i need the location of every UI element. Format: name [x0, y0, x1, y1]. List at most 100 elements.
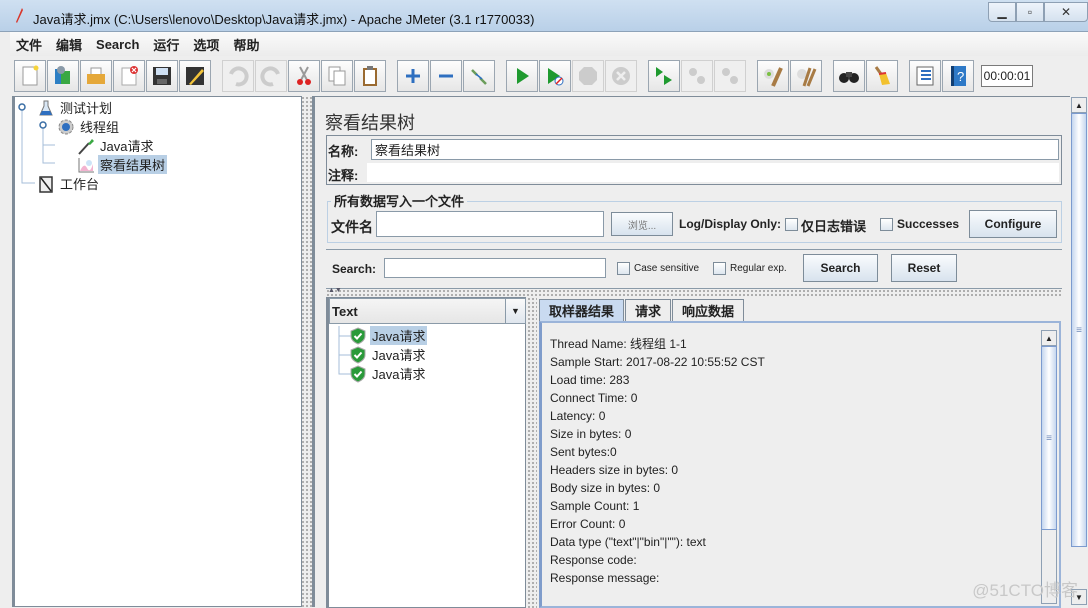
- detail-load-time: Load time: 283: [550, 373, 630, 387]
- reset-button[interactable]: Reset: [891, 254, 957, 282]
- reset-search-button-toolbar[interactable]: [866, 60, 898, 92]
- scroll-up-icon[interactable]: ▲: [1071, 97, 1087, 113]
- redo-button[interactable]: [255, 60, 287, 92]
- undo-button[interactable]: [222, 60, 254, 92]
- close-button[interactable]: [113, 60, 145, 92]
- case-sensitive-checkbox[interactable]: [617, 262, 630, 275]
- filename-label: 文件名: [331, 219, 373, 235]
- scroll-thumb[interactable]: ≡: [1071, 113, 1087, 547]
- broom-icon: [874, 66, 890, 85]
- filename-input[interactable]: [376, 211, 604, 237]
- split-pane-divider[interactable]: [302, 96, 312, 607]
- remote-start-all-button[interactable]: [648, 60, 680, 92]
- menu-edit[interactable]: 编辑: [56, 35, 82, 54]
- menu-file[interactable]: 文件: [16, 35, 42, 54]
- search-button[interactable]: Search: [803, 254, 878, 282]
- sample-result-item[interactable]: Java请求: [349, 345, 427, 364]
- results-split-divider[interactable]: [527, 297, 537, 608]
- play-no-timer-icon: [548, 68, 564, 86]
- paste-button[interactable]: [354, 60, 386, 92]
- clear-button[interactable]: [757, 60, 789, 92]
- remote-stop-all-button[interactable]: [681, 60, 713, 92]
- renderer-select[interactable]: Text ▼: [329, 298, 526, 324]
- tab-sampler-result[interactable]: 取样器结果: [539, 299, 625, 321]
- tree-item-thread-group[interactable]: 线程组: [57, 117, 121, 136]
- save-as-icon: [186, 67, 204, 85]
- sample-result-item[interactable]: Java请求: [349, 364, 427, 383]
- main-scrollbar[interactable]: ▲ ≡ ▼: [1070, 96, 1088, 607]
- close-file-icon: [121, 66, 138, 86]
- details-scrollbar[interactable]: ▲ ≡: [1041, 330, 1057, 604]
- templates-button[interactable]: [47, 60, 79, 92]
- maximize-button[interactable]: ▫: [1016, 2, 1044, 22]
- stop-button[interactable]: [572, 60, 604, 92]
- horizontal-split-divider[interactable]: ▲▼: [326, 287, 1062, 297]
- menu-search[interactable]: Search: [96, 37, 139, 52]
- scroll-thumb[interactable]: ≡: [1041, 346, 1057, 530]
- shutdown-button[interactable]: [605, 60, 637, 92]
- sample-results-list: Text ▼ Java请求 Java请求 Java请求: [326, 297, 526, 608]
- tree-item-java-request[interactable]: Java请求: [77, 136, 155, 155]
- successes-label: Successes: [897, 217, 960, 231]
- sampler-pipette-icon: [78, 138, 94, 155]
- close-icon: ✕: [1060, 5, 1072, 19]
- save-button[interactable]: [146, 60, 178, 92]
- redo-icon: [260, 66, 280, 87]
- remote-stop-icon: [689, 68, 705, 84]
- tab-request[interactable]: 请求: [625, 299, 672, 321]
- toggle-button[interactable]: [463, 60, 495, 92]
- tree-item-view-results-tree[interactable]: 察看结果树: [77, 155, 168, 174]
- detail-error-count: Error Count: 0: [550, 517, 626, 531]
- help-button[interactable]: ?: [942, 60, 974, 92]
- name-label: 名称:: [328, 144, 359, 159]
- sampler-details: Thread Name: 线程组 1-1 Sample Start: 2017-…: [550, 335, 765, 587]
- errors-only-checkbox[interactable]: [785, 218, 798, 231]
- result-tabs: 取样器结果 请求 响应数据: [539, 299, 745, 321]
- start-no-pauses-button[interactable]: [539, 60, 571, 92]
- file-section-title: 所有数据写入一个文件: [331, 191, 468, 210]
- menu-bar: 文件 编辑 Search 运行 选项 帮助: [10, 32, 1088, 56]
- tree-item-test-plan[interactable]: 测试计划: [37, 98, 114, 117]
- close-window-button[interactable]: ✕: [1044, 2, 1088, 22]
- menu-help[interactable]: 帮助: [233, 35, 259, 54]
- scroll-up-icon[interactable]: ▲: [1041, 330, 1057, 346]
- successes-checkbox[interactable]: [880, 218, 893, 231]
- cut-button[interactable]: [288, 60, 320, 92]
- start-button[interactable]: [506, 60, 538, 92]
- test-plan-flask-icon: [39, 100, 53, 115]
- detail-sent-bytes: Sent bytes:0: [550, 445, 617, 459]
- function-helper-button[interactable]: [909, 60, 941, 92]
- templates-icon: [55, 66, 70, 84]
- detail-sample-start: Sample Start: 2017-08-22 10:55:52 CST: [550, 355, 765, 369]
- clear-icon: [764, 67, 783, 87]
- minimize-button[interactable]: ▁: [988, 2, 1016, 22]
- comment-input[interactable]: [367, 163, 1059, 182]
- paste-icon: [363, 66, 377, 86]
- copy-icon: [328, 66, 346, 86]
- detail-size-bytes: Size in bytes: 0: [550, 427, 632, 441]
- browse-button[interactable]: 浏览...: [611, 212, 673, 236]
- configure-button[interactable]: Configure: [969, 210, 1057, 238]
- shutdown-icon: [612, 67, 630, 85]
- search-input[interactable]: [384, 258, 606, 278]
- listener-graph-icon: [78, 157, 94, 172]
- remote-shutdown-all-button[interactable]: [714, 60, 746, 92]
- name-input[interactable]: 察看结果树: [371, 139, 1059, 160]
- expand-all-button[interactable]: [397, 60, 429, 92]
- search-button-toolbar[interactable]: [833, 60, 865, 92]
- copy-button[interactable]: [321, 60, 353, 92]
- tab-response-data[interactable]: 响应数据: [672, 299, 745, 321]
- collapse-all-button[interactable]: [430, 60, 462, 92]
- sample-result-item[interactable]: Java请求: [349, 326, 428, 345]
- new-icon: [22, 65, 39, 86]
- regex-checkbox[interactable]: [713, 262, 726, 275]
- thread-group-gear-icon: [58, 119, 74, 134]
- clear-all-button[interactable]: [790, 60, 822, 92]
- menu-run[interactable]: 运行: [153, 35, 179, 54]
- open-button[interactable]: [80, 60, 112, 92]
- tree-item-workbench[interactable]: 工作台: [37, 174, 101, 193]
- case-sensitive-label: Case sensitive: [634, 263, 700, 274]
- new-button[interactable]: [14, 60, 46, 92]
- menu-options[interactable]: 选项: [193, 35, 219, 54]
- save-as-button[interactable]: [179, 60, 211, 92]
